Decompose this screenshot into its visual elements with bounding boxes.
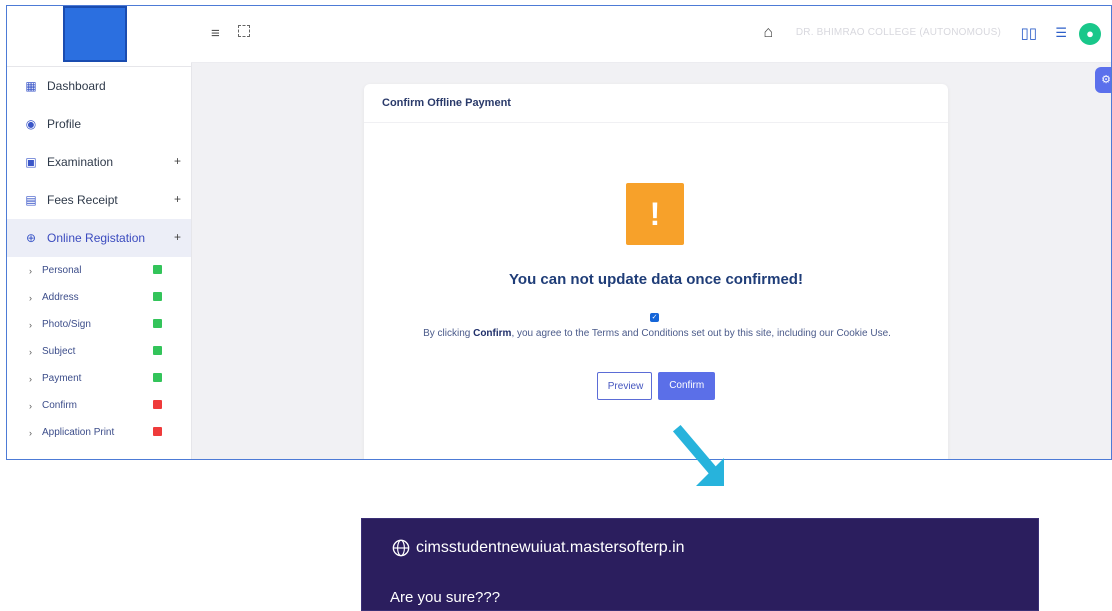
dialog-message: Are you sure??? — [390, 589, 501, 606]
expand-icon[interactable]: + — [174, 192, 181, 206]
app-window: ▦ Dashboard ◉ Profile ▣ Examination + ▤ … — [6, 5, 1112, 460]
status-complete-icon — [153, 346, 162, 355]
sidebar-item-label: Dashboard — [47, 79, 106, 93]
subitem-label: Personal — [42, 265, 82, 276]
status-pending-icon — [153, 400, 162, 409]
subitem-label: Confirm — [42, 400, 78, 411]
warning-icon: ! — [626, 183, 684, 245]
sidebar: ▦ Dashboard ◉ Profile ▣ Examination + ▤ … — [7, 6, 192, 459]
chevron-right-icon: › — [29, 319, 32, 330]
chevron-right-icon: › — [29, 400, 32, 411]
profile-icon: ◉ — [25, 117, 37, 131]
subitem-label: Application Print — [42, 427, 115, 438]
sidebar-item-online-registation[interactable]: ⊕ Online Registation + — [7, 219, 191, 257]
dialog-url: cimsstudentnewuiuat.mastersofterp.in — [416, 539, 685, 556]
agree-checkbox[interactable]: ✓ — [650, 313, 659, 322]
topbar: ≡ ⌂ DR. BHIMRAO COLLEGE (AUTONOMOUS) ▯▯ … — [191, 6, 1111, 63]
examination-icon: ▣ — [25, 155, 37, 169]
settings-tab-icon[interactable]: ⚙ — [1095, 67, 1111, 93]
avatar[interactable]: ● — [1079, 23, 1101, 45]
sidebar-item-profile[interactable]: ◉ Profile — [7, 105, 191, 143]
sidebar-item-dashboard[interactable]: ▦ Dashboard — [7, 67, 191, 105]
chevron-right-icon: › — [29, 427, 32, 438]
college-logo[interactable] — [63, 6, 127, 62]
dialog-origin: cimsstudentnewuiuat.mastersofterp.in — [392, 539, 685, 557]
sidebar-item-fees-receipt[interactable]: ▤ Fees Receipt + — [7, 181, 191, 219]
globe-icon — [392, 539, 410, 557]
terms-bold: Confirm — [473, 328, 512, 339]
button-row: Preview Confirm — [364, 372, 948, 400]
subitem-payment[interactable]: › Payment — [7, 365, 191, 392]
terms-text: By clicking Confirm, you agree to the Te… — [412, 326, 902, 341]
subitem-label: Address — [42, 292, 79, 303]
chevron-right-icon: › — [29, 373, 32, 384]
receipt-icon: ▤ — [25, 193, 37, 207]
home-icon[interactable]: ⌂ — [763, 24, 773, 42]
status-pending-icon — [153, 427, 162, 436]
sidebar-item-examination[interactable]: ▣ Examination + — [7, 143, 191, 181]
fullscreen-icon[interactable] — [238, 25, 250, 37]
menu-icon[interactable]: ≡ — [211, 25, 220, 42]
sidebar-item-label: Online Registation — [47, 231, 146, 245]
college-name: DR. BHIMRAO COLLEGE (AUTONOMOUS) — [795, 27, 1001, 38]
subitem-label: Subject — [42, 346, 76, 357]
card-title: Confirm Offline Payment — [364, 84, 948, 123]
book-icon[interactable]: ▯▯ — [1020, 24, 1037, 42]
expand-icon[interactable]: + — [174, 154, 181, 168]
sidebar-item-label: Fees Receipt — [47, 193, 118, 207]
subitem-application-print[interactable]: › Application Print — [7, 419, 191, 446]
sidebar-item-label: Examination — [47, 155, 114, 169]
confirm-dialog: cimsstudentnewuiuat.mastersofterp.in Are… — [361, 518, 1039, 611]
subitem-photo-sign[interactable]: › Photo/Sign — [7, 311, 191, 338]
logo-area — [7, 6, 191, 67]
sidebar-item-label: Profile — [47, 117, 82, 131]
confirm-card: Confirm Offline Payment ! You can not up… — [364, 84, 948, 459]
dashboard-icon: ▦ — [25, 79, 37, 93]
subitem-personal[interactable]: › Personal — [7, 257, 191, 284]
globe-icon: ⊕ — [25, 231, 37, 245]
confirm-button[interactable]: Confirm — [658, 372, 716, 400]
chevron-right-icon: › — [29, 292, 32, 303]
subitem-confirm[interactable]: › Confirm — [7, 392, 191, 419]
terms-prefix: By clicking — [423, 328, 474, 339]
status-complete-icon — [153, 292, 162, 301]
chevron-right-icon: › — [29, 265, 32, 276]
pointer-arrow-icon — [672, 424, 724, 486]
subitem-label: Photo/Sign — [42, 319, 91, 330]
subitem-address[interactable]: › Address — [7, 284, 191, 311]
warning-title: You can not update data once confirmed! — [509, 271, 803, 288]
checklist-icon[interactable]: ☰ — [1055, 25, 1067, 41]
subitem-label: Payment — [42, 373, 82, 384]
status-complete-icon — [153, 373, 162, 382]
chevron-right-icon: › — [29, 346, 32, 357]
terms-suffix: , you agree to the Terms and Conditions … — [511, 328, 891, 339]
subitem-subject[interactable]: › Subject — [7, 338, 191, 365]
expand-icon[interactable]: + — [174, 230, 181, 244]
status-complete-icon — [153, 265, 162, 274]
status-complete-icon — [153, 319, 162, 328]
preview-button[interactable]: Preview — [596, 372, 652, 400]
